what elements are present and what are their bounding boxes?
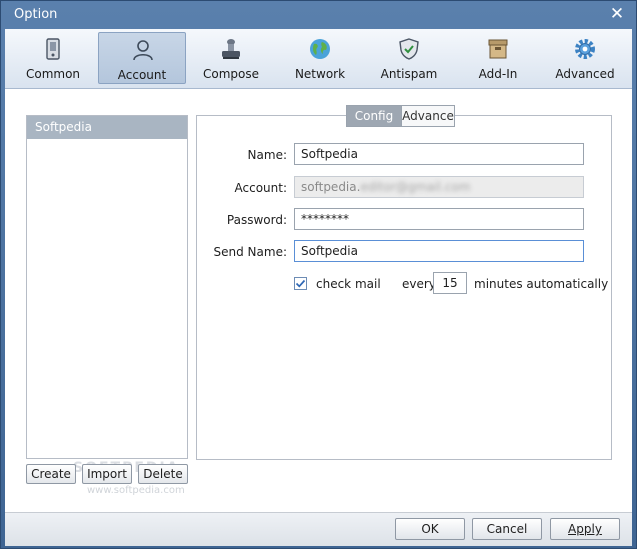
config-panel: Name: Softpedia Account: softpedia.edito… — [196, 115, 612, 460]
minutes-input[interactable]: 15 — [433, 272, 467, 294]
tool-label: Network — [294, 67, 346, 81]
box-icon — [488, 39, 508, 59]
delete-button[interactable]: Delete — [138, 464, 188, 484]
account-list[interactable]: Softpedia — [26, 115, 188, 459]
tool-account[interactable]: Account — [98, 32, 186, 84]
account-input: softpedia.editor@gmail.com — [294, 176, 584, 198]
tool-add-in[interactable]: Add-In — [454, 32, 542, 84]
tool-label: Account — [117, 68, 167, 82]
tool-compose[interactable]: Compose — [187, 32, 275, 84]
gear-icon — [575, 39, 595, 59]
title-bar: Option ✕ — [1, 1, 636, 29]
tool-common[interactable]: Common — [9, 32, 97, 84]
check-mail-label: check mail — [316, 277, 381, 291]
window-title: Option — [14, 7, 58, 22]
cancel-button[interactable]: Cancel — [472, 518, 542, 540]
minutes-label: minutes automatically — [474, 277, 609, 291]
user-icon — [133, 40, 153, 61]
tab-advance[interactable]: Advance — [401, 106, 454, 126]
checkmark-icon — [295, 279, 306, 288]
apply-label: Apply — [568, 522, 602, 536]
tool-label: Add-In — [478, 67, 518, 81]
tool-label: Common — [25, 67, 81, 81]
content-area: Softpedia SOFTPEDIA www.softpedia.com Cr… — [5, 89, 632, 512]
footer-bar: OK Cancel Apply — [5, 512, 632, 546]
apply-button[interactable]: Apply — [550, 518, 620, 540]
account-value: softpedia. — [301, 180, 361, 194]
tool-advanced[interactable]: Advanced — [541, 32, 629, 84]
password-input[interactable]: ******** — [294, 208, 584, 230]
toolbar: Common Account Compose Network Antispam … — [5, 29, 632, 89]
tool-label: Advanced — [555, 67, 615, 81]
name-input[interactable]: Softpedia — [294, 143, 584, 165]
account-label: Account: — [234, 181, 288, 195]
name-label: Name: — [247, 148, 287, 162]
tool-network[interactable]: Network — [276, 32, 364, 84]
send-name-label: Send Name: — [213, 245, 287, 259]
option-window: Option ✕ Common Account Compose Network … — [0, 0, 637, 549]
close-icon[interactable]: ✕ — [608, 5, 626, 23]
watermark-url: www.softpedia.com — [87, 485, 185, 496]
tab-config[interactable]: Config — [347, 106, 401, 126]
every-label: every — [402, 277, 436, 291]
ok-button[interactable]: OK — [395, 518, 465, 540]
shield-icon — [399, 38, 419, 60]
tool-label: Antispam — [380, 67, 438, 81]
import-button[interactable]: Import — [82, 464, 132, 484]
check-mail-checkbox[interactable] — [294, 277, 307, 290]
create-button[interactable]: Create — [26, 464, 76, 484]
password-label: Password: — [226, 213, 287, 227]
send-name-input[interactable]: Softpedia — [294, 240, 584, 262]
list-item[interactable]: Softpedia — [27, 116, 187, 139]
tool-label: Compose — [202, 67, 259, 81]
tool-antispam[interactable]: Antispam — [365, 32, 453, 84]
stamp-icon — [222, 39, 240, 59]
device-icon — [46, 38, 60, 60]
tab-bar: Config Advance — [346, 105, 455, 127]
account-value-blurred: editor@gmail.com — [360, 180, 471, 194]
globe-icon — [310, 39, 330, 59]
